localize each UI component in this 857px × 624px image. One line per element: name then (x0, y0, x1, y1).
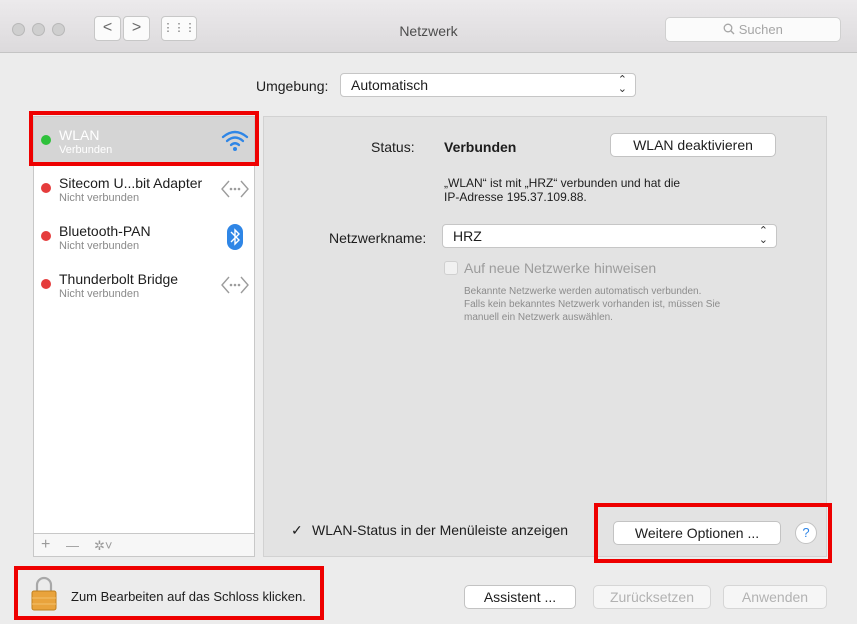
ask-join-checkbox[interactable] (444, 261, 458, 275)
service-list: WLAN Verbunden Sitecom U...bit Adapter N… (33, 116, 255, 534)
title-bar: < > ⋮⋮⋮ Netzwerk Suchen (0, 0, 857, 53)
connection-info-line1: „WLAN“ ist mit „HRZ“ verbunden und hat d… (444, 176, 681, 190)
status-dot (41, 279, 51, 289)
location-label: Umgebung: (256, 78, 329, 94)
service-item-sitecom[interactable]: Sitecom U...bit Adapter Nicht verbunden (34, 165, 254, 213)
remove-service-button[interactable]: — (66, 538, 79, 553)
status-value: Verbunden (444, 139, 517, 155)
service-status: Nicht verbunden (59, 192, 140, 204)
service-name: Thunderbolt Bridge (59, 271, 179, 287)
search-field[interactable]: Suchen (665, 17, 841, 42)
bluetooth-icon (227, 224, 243, 250)
gear-icon[interactable]: ✲˅ (94, 538, 112, 554)
ethernet-arrows-icon (221, 276, 249, 294)
service-item-bluetooth-pan[interactable]: Bluetooth-PAN Nicht verbunden (34, 213, 254, 261)
service-status: Nicht verbunden (59, 288, 140, 300)
updown-arrows-icon: ⌃ ⌄ (617, 74, 627, 95)
network-name-value: HRZ (453, 228, 482, 244)
location-select[interactable]: Automatisch ⌃ ⌄ (340, 73, 636, 97)
ethernet-arrows-icon (221, 180, 249, 198)
highlight-advanced-options (594, 503, 832, 563)
status-label: Status: (371, 139, 415, 155)
menubar-status-label: WLAN-Status in der Menüleiste anzeigen (312, 522, 569, 538)
magnifier-icon (723, 23, 735, 35)
preferences-window: < > ⋮⋮⋮ Netzwerk Suchen Umgebung: Automa… (0, 0, 857, 624)
updown-arrows-icon: ⌃ ⌄ (758, 225, 768, 246)
ask-join-description-line2: Falls kein bekanntes Netzwerk vorhanden … (464, 299, 721, 310)
ask-join-label: Auf neue Netzwerke hinweisen (464, 260, 657, 276)
add-service-button[interactable]: + (41, 536, 50, 554)
ask-join-description-line3: manuell ein Netzwerk auswählen. (464, 312, 613, 323)
search-placeholder: Suchen (738, 22, 783, 37)
assistant-button[interactable]: Assistent ... (464, 585, 576, 609)
service-status: Nicht verbunden (59, 240, 140, 252)
service-name: Bluetooth-PAN (59, 223, 151, 239)
revert-button[interactable]: Zurücksetzen (593, 585, 711, 609)
service-item-thunderbolt-bridge[interactable]: Thunderbolt Bridge Nicht verbunden (34, 261, 254, 309)
highlight-wlan (29, 111, 259, 166)
status-dot (41, 231, 51, 241)
connection-info-line2: IP-Adresse 195.37.109.88. (444, 190, 587, 204)
service-name: Sitecom U...bit Adapter (59, 175, 203, 191)
location-value: Automatisch (351, 77, 429, 93)
network-name-label: Netzwerkname: (329, 230, 427, 246)
status-dot (41, 183, 51, 193)
highlight-lock (14, 566, 324, 620)
ask-join-description-line1: Bekannte Netzwerke werden automatisch ve… (464, 286, 702, 297)
network-name-select[interactable]: HRZ ⌃ ⌄ (442, 224, 777, 248)
menubar-checkbox[interactable]: ✓ (291, 522, 307, 538)
service-list-toolbar: + — ✲˅ (33, 533, 255, 557)
apply-button[interactable]: Anwenden (723, 585, 827, 609)
wlan-toggle-button[interactable]: WLAN deaktivieren (610, 133, 776, 157)
